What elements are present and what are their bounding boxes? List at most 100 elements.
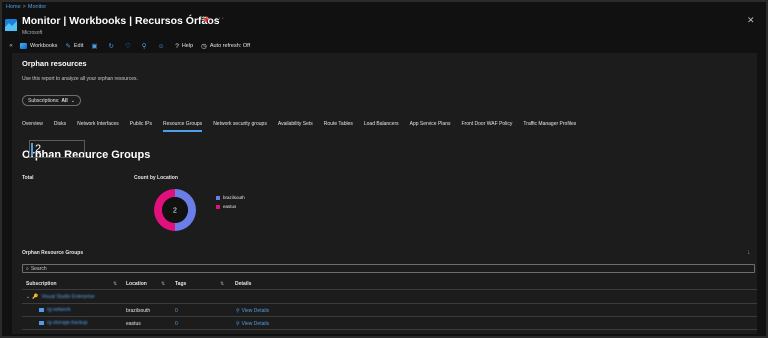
tab-traffic-manager-profiles[interactable]: Traffic Manager Profiles xyxy=(523,120,576,130)
tab-front-door-waf-policy[interactable]: Front Door WAF Policy xyxy=(461,120,512,130)
workbooks-icon xyxy=(20,43,27,49)
save-icon: ▣ xyxy=(91,43,98,50)
view-details-link[interactable]: ⚲ View Details xyxy=(236,321,269,327)
subscriptions-value: All xyxy=(61,97,68,104)
column-header-location[interactable]: Location xyxy=(126,281,147,287)
column-header-tags[interactable]: Tags xyxy=(175,281,186,287)
breadcrumb-home[interactable]: Home xyxy=(6,4,21,10)
breadcrumb-separator: > xyxy=(22,4,26,10)
total-tile: 2 xyxy=(29,140,85,158)
expand-icon[interactable]: « xyxy=(2,43,20,49)
workbook-logo-icon xyxy=(5,19,17,31)
tab-bar: Overview Disks Network Interfaces Public… xyxy=(22,120,587,132)
resource-group-name: rg-network xyxy=(47,307,71,313)
tab-network-interfaces[interactable]: Network Interfaces xyxy=(77,120,119,130)
auto-refresh-label: Auto refresh: Off xyxy=(209,43,251,49)
column-header-subscription[interactable]: Subscription xyxy=(26,281,57,287)
legend-label: brazilsouth xyxy=(223,195,245,200)
tab-resource-groups[interactable]: Resource Groups xyxy=(163,120,203,132)
help-label: Help xyxy=(181,43,194,49)
legend-item-brazilsouth[interactable]: brazilsouth xyxy=(216,193,245,202)
pin-icon[interactable]: 📌 xyxy=(202,17,209,24)
search-icon: ⚲ xyxy=(236,321,240,327)
search-icon: ⚲ xyxy=(236,308,240,314)
tab-app-service-plans[interactable]: App Service Plans xyxy=(410,120,451,130)
sort-icon[interactable]: ⇅ xyxy=(220,281,224,287)
resource-group-name: rg-storage-backup xyxy=(47,320,88,326)
edit-button[interactable]: ✎ Edit xyxy=(65,42,83,50)
help-icon: ? xyxy=(175,42,179,50)
search-input[interactable] xyxy=(30,264,731,273)
subscriptions-dropdown[interactable]: Subscriptions: All ⌄ xyxy=(22,95,81,106)
tab-route-tables[interactable]: Route Tables xyxy=(324,120,353,130)
close-icon[interactable]: ✕ xyxy=(747,15,755,26)
refresh-button[interactable]: ↻ xyxy=(109,42,117,50)
workbooks-label: Workbooks xyxy=(30,43,58,49)
chevron-down-icon: ⌄ xyxy=(26,294,31,300)
pin-toolbar-button[interactable]: ⚲ xyxy=(142,42,150,50)
search-icon: ⌕ xyxy=(26,265,29,272)
smiley-button[interactable]: ☺ xyxy=(158,43,168,50)
help-button[interactable]: ? Help xyxy=(175,43,193,50)
edit-icon: ✎ xyxy=(65,43,71,50)
location-cell: brazilsouth xyxy=(126,308,151,314)
save-button[interactable]: ▣ xyxy=(91,42,100,50)
total-accent-bar xyxy=(31,142,33,156)
refresh-icon: ↻ xyxy=(108,43,114,50)
column-header-details[interactable]: Details xyxy=(235,281,251,287)
group-row[interactable]: ⌄ 🔑 Visual Studio Enterprise xyxy=(26,294,95,300)
tab-public-ips[interactable]: Public IPs xyxy=(130,120,152,130)
total-value: 2 xyxy=(35,143,42,155)
feedback-icon: ♡ xyxy=(124,43,131,50)
table-row-name[interactable]: rg-network xyxy=(39,307,71,313)
breadcrumb: Home > Monitor xyxy=(6,4,46,10)
more-options-icon[interactable]: ··· xyxy=(215,15,225,22)
chevron-down-icon: ⌄ xyxy=(70,97,75,104)
header-divider xyxy=(22,289,757,290)
smiley-icon: ☺ xyxy=(157,42,165,50)
page-title: Monitor | Workbooks | Recursos Órfãos xyxy=(22,15,220,27)
resource-group-icon xyxy=(39,308,44,312)
view-details-label: View Details xyxy=(241,321,270,327)
tab-network-security-groups[interactable]: Network security groups xyxy=(213,120,267,130)
count-by-location-label: Count by Location xyxy=(134,175,178,181)
legend-label: eastus xyxy=(223,204,237,209)
feedback-button[interactable]: ♡ xyxy=(125,42,134,50)
sort-icon[interactable]: ⇅ xyxy=(161,281,165,287)
toolbar: « Workbooks ✎ Edit ▣ ↻ ♡ ⚲ ☺ ? Help ◷ Auto … xyxy=(2,39,766,53)
location-donut-chart: 2 xyxy=(154,189,196,231)
auto-refresh-icon: ◷ xyxy=(201,43,207,50)
legend-swatch xyxy=(216,204,220,209)
donut-center-value: 2 xyxy=(173,208,177,215)
edit-label: Edit xyxy=(73,43,84,49)
table-row-name[interactable]: rg-storage-backup xyxy=(39,320,88,326)
view-details-link[interactable]: ⚲ View Details xyxy=(236,308,269,314)
report-description: Use this report to analyze all your orph… xyxy=(22,76,138,82)
report-title: Orphan resources xyxy=(22,59,87,68)
grid-title: Orphan Resource Groups xyxy=(22,250,84,256)
subscription-name: Visual Studio Enterprise xyxy=(41,294,95,300)
tab-availability-sets[interactable]: Availability Sets xyxy=(278,120,313,130)
pin-icon: ⚲ xyxy=(141,43,147,50)
tab-overview[interactable]: Overview xyxy=(22,120,43,130)
workbooks-button[interactable]: Workbooks xyxy=(20,43,57,49)
tags-cell[interactable]: 0 xyxy=(175,321,178,327)
tags-cell[interactable]: 0 xyxy=(175,308,178,314)
view-details-label: View Details xyxy=(241,308,270,314)
location-cell: eastus xyxy=(126,321,141,327)
tab-load-balancers[interactable]: Load Balancers xyxy=(364,120,399,130)
breadcrumb-monitor[interactable]: Monitor xyxy=(28,4,46,10)
subscriptions-label: Subscriptions: xyxy=(28,97,60,104)
row-divider xyxy=(22,316,757,317)
workbook-content: Orphan resources Use this report to anal… xyxy=(12,53,757,334)
sort-icon[interactable]: ⇅ xyxy=(113,281,117,287)
chart-legend: brazilsouth eastus xyxy=(216,193,245,211)
workbook-window: Home > Monitor Monitor | Workbooks | Recur… xyxy=(2,2,766,336)
search-box: ⌕ xyxy=(22,264,755,273)
legend-item-eastus[interactable]: eastus xyxy=(216,202,245,211)
key-icon: 🔑 xyxy=(32,294,39,300)
tab-disks[interactable]: Disks xyxy=(54,120,66,130)
auto-refresh-button[interactable]: ◷ Auto refresh: Off xyxy=(201,42,250,50)
legend-swatch xyxy=(216,195,220,200)
download-icon[interactable]: ↓ xyxy=(747,249,751,256)
